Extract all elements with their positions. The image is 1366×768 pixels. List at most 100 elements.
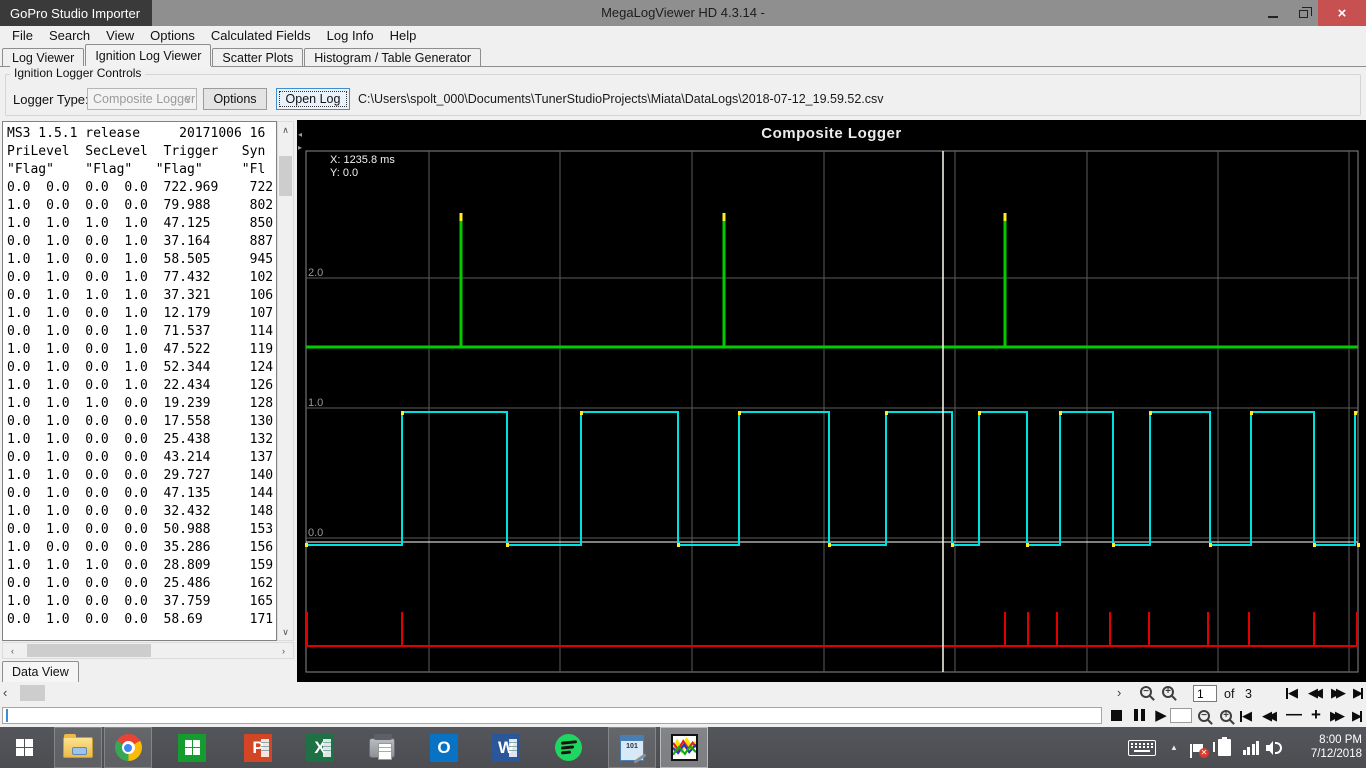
table-row: 0.0 1.0 0.0 0.0 25.486 162 — [7, 576, 274, 591]
taskbar-clock[interactable]: 8:00 PM 7/12/2018 — [1290, 727, 1362, 768]
tab-scatter-plots[interactable]: Scatter Plots — [212, 48, 304, 66]
taskbar-item-megalogviewer[interactable] — [660, 727, 708, 768]
taskbar-item-powerpoint[interactable]: P — [238, 727, 278, 768]
tab-ignition-log-viewer[interactable]: Ignition Log Viewer — [85, 44, 212, 66]
table-row: 0.0 0.0 0.0 0.0 722.969 722 — [7, 180, 274, 195]
zoom-out-icon[interactable]: − — [1140, 686, 1152, 698]
menu-item-help[interactable]: Help — [382, 28, 425, 43]
seek-position[interactable] — [6, 709, 8, 722]
tunerstudio-icon: 101 — [620, 734, 647, 764]
gopro-window-title[interactable]: GoPro Studio Importer — [0, 0, 153, 26]
page-number-input[interactable]: 1 — [1193, 685, 1217, 702]
playback-row: ▶ − + ◀ ◀◀ — + ▶▶ ▶ — [0, 704, 1366, 727]
menu-item-search[interactable]: Search — [41, 28, 98, 43]
go-start-button[interactable]: ◀ — [1240, 708, 1252, 724]
column-units: "Flag" "Flag" "Flag" "Fl — [7, 162, 266, 177]
scrollbar-thumb[interactable] — [279, 156, 292, 196]
svg-text:2.0: 2.0 — [308, 267, 323, 279]
taskbar-item-spotify[interactable] — [548, 727, 588, 768]
taskbar-item-excel[interactable]: X — [300, 727, 340, 768]
volume-icon[interactable] — [1262, 727, 1288, 768]
open-log-button[interactable]: Open Log — [276, 88, 350, 110]
tab-log-viewer[interactable]: Log Viewer — [2, 48, 85, 66]
tab-histogram-table-generator[interactable]: Histogram / Table Generator — [304, 48, 482, 66]
menu-item-file[interactable]: File — [4, 28, 41, 43]
touch-keyboard-icon[interactable] — [1124, 727, 1160, 768]
start-button[interactable] — [0, 727, 48, 768]
scroll-up-icon[interactable]: ∧ — [278, 122, 293, 138]
restore-button[interactable] — [1288, 0, 1318, 26]
cursor-readout: X: 1235.8 ms Y: 0.0 — [330, 154, 395, 180]
horizontal-scrollbar[interactable]: ‹ › — [2, 642, 294, 659]
slower-button[interactable]: — — [1284, 706, 1304, 724]
pause-button[interactable] — [1129, 706, 1149, 724]
tray-expand-icon[interactable]: ▲ — [1163, 727, 1185, 768]
table-row: 1.0 1.0 1.0 0.0 28.809 159 — [7, 558, 274, 573]
seek-bar[interactable] — [2, 707, 1102, 724]
scrollbar-thumb[interactable] — [20, 685, 45, 701]
table-row: 0.0 1.0 0.0 0.0 50.988 153 — [7, 522, 274, 537]
table-row: 1.0 0.0 0.0 0.0 35.286 156 — [7, 540, 274, 555]
network-signal-icon[interactable] — [1238, 727, 1264, 768]
menu-item-calculated-fields[interactable]: Calculated Fields — [203, 28, 319, 43]
composite-logger-panel: ◂ ▸ Composite Logger 2.0 1.0 0.0 X: 1235.8 … — [297, 120, 1366, 682]
last-page-button[interactable]: ▶ — [1353, 685, 1363, 701]
table-row: 1.0 1.0 1.0 0.0 19.239 128 — [7, 396, 274, 411]
battery-icon[interactable] — [1211, 727, 1237, 768]
options-button[interactable]: Options — [203, 88, 267, 110]
taskbar-item-tunerstudio[interactable]: 101 — [608, 727, 656, 768]
zoom-out-icon[interactable]: − — [1198, 710, 1210, 722]
table-row: 1.0 1.0 0.0 0.0 29.727 140 — [7, 468, 274, 483]
menu-item-view[interactable]: View — [98, 28, 142, 43]
data-panel: MS3 1.5.1 release 20171006 16 PriLevel Se… — [0, 120, 297, 682]
stop-button[interactable] — [1106, 706, 1126, 724]
scroll-left-icon[interactable]: ‹ — [3, 685, 7, 700]
go-end-button[interactable]: ▶ — [1352, 708, 1362, 724]
tab-data-view[interactable]: Data View — [2, 661, 79, 682]
log-text-view[interactable]: MS3 1.5.1 release 20171006 16 PriLevel Se… — [2, 121, 277, 641]
page-total-label: 3 — [1245, 687, 1252, 701]
next-page-button[interactable]: ▶▶ — [1331, 685, 1346, 701]
table-row: 1.0 1.0 0.0 1.0 22.434 126 — [7, 378, 274, 393]
action-center-flag-icon[interactable]: ✕ — [1186, 727, 1210, 768]
scroll-left-icon[interactable]: ‹ — [5, 643, 20, 659]
taskbar-item-fax-scanner[interactable] — [362, 727, 402, 768]
powerpoint-icon: P — [244, 733, 272, 762]
fax-scanner-icon — [369, 733, 395, 760]
menu-item-log-info[interactable]: Log Info — [319, 28, 382, 43]
first-page-button[interactable]: ◀ — [1286, 685, 1298, 701]
composite-logger-plot[interactable]: 2.0 1.0 0.0 — [297, 120, 1366, 682]
step-back-button[interactable]: ◀◀ — [1262, 708, 1277, 724]
faster-button[interactable]: + — [1306, 705, 1326, 724]
table-row: 1.0 1.0 0.0 0.0 25.438 132 — [7, 432, 274, 447]
table-row: 0.0 1.0 0.0 0.0 43.214 137 — [7, 450, 274, 465]
cursor-y-value: Y: 0.0 — [330, 167, 359, 179]
minimize-button[interactable] — [1258, 0, 1288, 26]
taskbar-item-store[interactable] — [172, 727, 212, 768]
table-row: 0.0 1.0 0.0 1.0 77.432 102 — [7, 270, 274, 285]
vertical-scrollbar[interactable]: ∧ ∨ — [277, 121, 294, 641]
taskbar-item-file-explorer[interactable] — [54, 727, 102, 768]
logger-type-select[interactable]: Composite Logger ∨ — [87, 88, 197, 110]
zoom-in-icon[interactable]: + — [1162, 686, 1174, 698]
scrollbar-thumb[interactable] — [27, 644, 151, 657]
scroll-right-icon[interactable]: › — [1117, 685, 1121, 700]
step-forward-button[interactable]: ▶▶ — [1330, 708, 1345, 724]
play-button[interactable]: ▶ — [1151, 706, 1171, 724]
taskbar-item-word[interactable]: W — [486, 727, 526, 768]
menu-item-options[interactable]: Options — [142, 28, 203, 43]
log-header: MS3 1.5.1 release 20171006 16 — [7, 126, 266, 141]
close-button[interactable]: × — [1318, 0, 1366, 26]
table-row: 0.0 1.0 0.0 1.0 37.164 887 — [7, 234, 274, 249]
taskbar-item-outlook[interactable]: O — [424, 727, 464, 768]
scroll-right-icon[interactable]: › — [276, 643, 291, 659]
table-row: 0.0 1.0 0.0 1.0 52.344 124 — [7, 360, 274, 375]
table-row: 1.0 1.0 0.0 0.0 32.432 148 — [7, 504, 274, 519]
scroll-down-icon[interactable]: ∨ — [278, 624, 293, 640]
table-row: 1.0 1.0 1.0 1.0 47.125 850 — [7, 216, 274, 231]
zoom-in-icon[interactable]: + — [1220, 710, 1232, 722]
log-file-path: C:\Users\spolt_000\Documents\TunerStudio… — [358, 92, 884, 106]
logger-type-label: Logger Type: — [13, 92, 89, 107]
prev-page-button[interactable]: ◀◀ — [1308, 685, 1323, 701]
taskbar-item-chrome[interactable] — [104, 727, 152, 768]
